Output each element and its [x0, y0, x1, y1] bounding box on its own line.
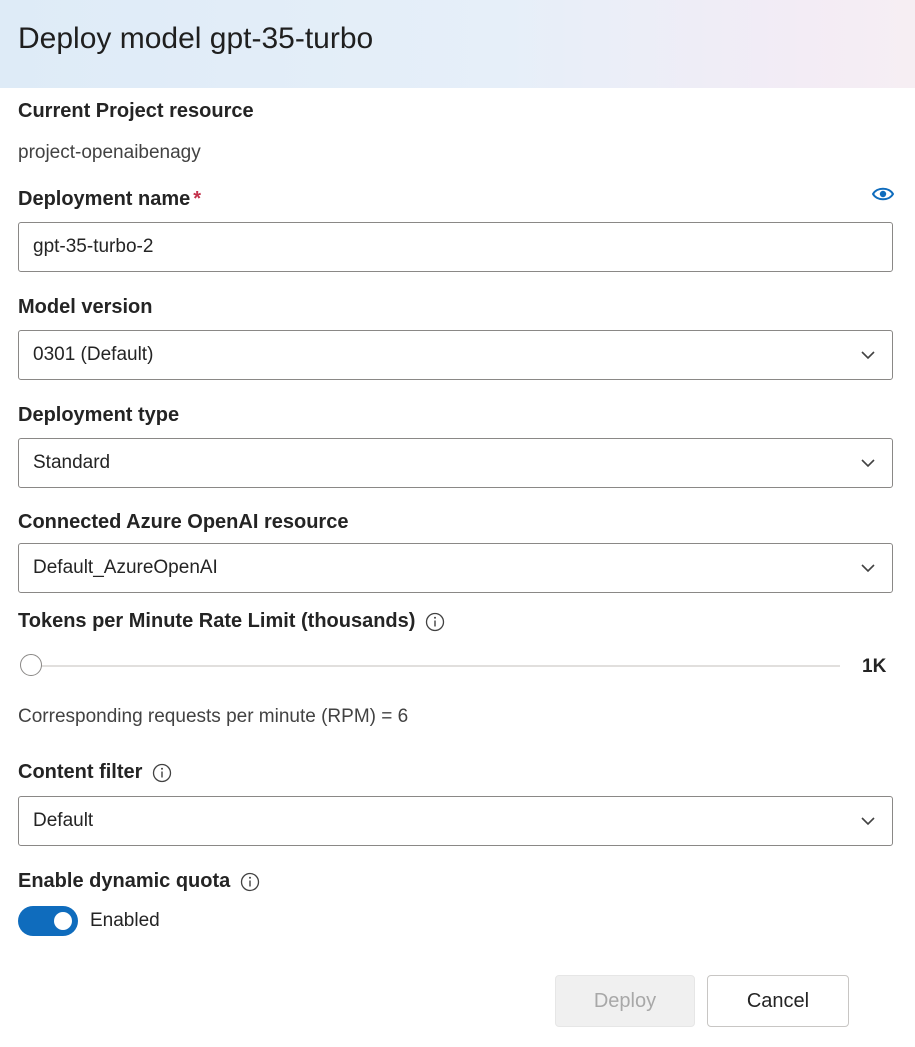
- deployment-type-value: Standard: [33, 452, 111, 473]
- deploy-button[interactable]: Deploy: [555, 975, 695, 1027]
- chevron-down-icon: [861, 564, 875, 573]
- rpm-text: Corresponding requests per minute (RPM) …: [18, 706, 409, 727]
- deployment-type-label: Deployment type: [18, 404, 180, 426]
- rate-limit-label-text: Tokens per Minute Rate Limit (thousands): [18, 610, 416, 632]
- chevron-down-icon: [861, 817, 875, 826]
- dynamic-quota-label-text: Enable dynamic quota: [18, 870, 231, 892]
- deployment-type-dropdown[interactable]: Standard: [18, 438, 893, 488]
- content-filter-label: Content filter: [18, 761, 172, 784]
- dynamic-quota-toggle[interactable]: [18, 906, 78, 936]
- model-version-dropdown[interactable]: 0301 (Default): [18, 330, 893, 380]
- rate-limit-slider-thumb[interactable]: [20, 654, 42, 676]
- dialog-header: Deploy model gpt-35-turbo: [0, 0, 915, 88]
- project-label: Current Project resource: [18, 100, 254, 122]
- azure-resource-dropdown[interactable]: Default_AzureOpenAI: [18, 543, 893, 593]
- content-filter-dropdown[interactable]: Default: [18, 796, 893, 846]
- info-icon[interactable]: [152, 763, 172, 783]
- deployment-name-value: gpt-35-turbo-2: [33, 236, 154, 257]
- rate-limit-slider-value: 1K: [862, 656, 887, 677]
- deployment-name-label-text: Deployment name: [18, 188, 191, 210]
- dynamic-quota-label: Enable dynamic quota: [18, 870, 260, 893]
- azure-resource-label: Connected Azure OpenAI resource: [18, 511, 349, 533]
- chevron-down-icon: [861, 459, 875, 468]
- eye-icon[interactable]: [872, 185, 894, 203]
- content-filter-value: Default: [33, 810, 94, 831]
- rate-limit-label: Tokens per Minute Rate Limit (thousands): [18, 610, 445, 633]
- toggle-knob: [54, 912, 72, 930]
- project-value: project-openaibenagy: [18, 142, 201, 163]
- model-version-value: 0301 (Default): [33, 344, 154, 365]
- dialog-title: Deploy model gpt-35-turbo: [18, 22, 374, 55]
- deployment-name-input[interactable]: gpt-35-turbo-2: [18, 222, 893, 272]
- model-version-label: Model version: [18, 296, 153, 318]
- rate-limit-slider-track[interactable]: [34, 665, 840, 667]
- content-filter-label-text: Content filter: [18, 761, 143, 783]
- chevron-down-icon: [861, 351, 875, 360]
- info-icon[interactable]: [240, 872, 260, 892]
- cancel-button[interactable]: Cancel: [707, 975, 849, 1027]
- dynamic-quota-toggle-label: Enabled: [90, 910, 160, 931]
- deployment-name-label: Deployment name *: [18, 188, 201, 211]
- required-asterisk: *: [193, 188, 202, 210]
- azure-resource-value: Default_AzureOpenAI: [33, 557, 218, 578]
- info-icon[interactable]: [425, 612, 445, 632]
